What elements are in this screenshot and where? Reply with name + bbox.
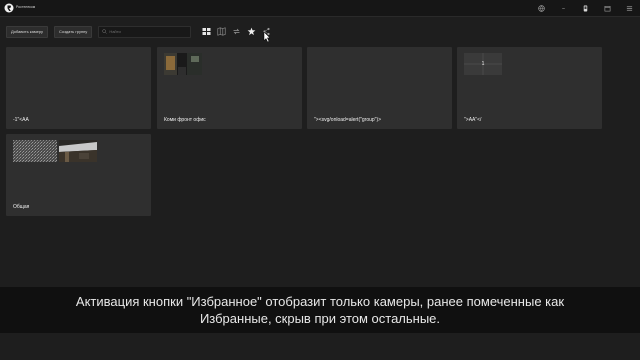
sync-icon[interactable] [231,27,241,37]
subtitle-line-2: Избранные, скрыв при этом остальные. [199,311,441,326]
search-icon [102,29,108,34]
top-bar: Ростелеком [0,0,640,17]
camera-thumbnail[interactable] [13,140,57,162]
grid-view-icon[interactable] [201,27,211,37]
create-group-button[interactable]: Создать группу [54,25,93,38]
group-card[interactable]: -1"<AA [6,47,151,129]
subtitle-overlay: Активация кнопки "Избранное" отобразит т… [0,287,640,333]
dash-icon[interactable] [558,3,568,13]
menu-icon[interactable] [624,3,634,13]
toolbar: Добавить камеру Создать группу [6,25,276,38]
subtitle-line-1: Активация кнопки "Избранное" отобразит т… [75,294,565,309]
map-icon[interactable] [216,27,226,37]
group-card-label: -1"<AA [13,117,29,123]
group-card-label: "><svg/onload=alert("group")> [314,117,382,123]
group-card[interactable]: 1 ">AA"</ [457,47,602,129]
camera-thumbnail[interactable] [164,53,202,75]
logo-icon[interactable] [4,3,14,13]
brand-name: Ростелеком [16,5,36,9]
search-input[interactable] [109,27,186,36]
camera-thumbnail[interactable]: 1 [464,53,502,75]
search-box[interactable] [98,25,192,38]
camera-thumbnail[interactable] [59,140,97,162]
mouse-cursor-icon [263,31,271,43]
favorite-star-icon[interactable] [246,27,256,37]
calendar-icon[interactable] [602,3,612,13]
group-card-label: ">AA"</ [464,117,482,123]
globe-icon[interactable] [536,3,546,13]
group-card-label: Общая [13,204,30,210]
device-icon[interactable] [580,3,590,13]
group-card[interactable]: Общая [6,134,151,216]
camera-count-badge: 1 [481,61,485,67]
group-card[interactable]: "><svg/onload=alert("group")> [307,47,452,129]
group-card-label: Коми фронт офис [164,117,206,123]
add-camera-button[interactable]: Добавить камеру [6,25,49,38]
group-card[interactable]: Коми фронт офис [157,47,302,129]
